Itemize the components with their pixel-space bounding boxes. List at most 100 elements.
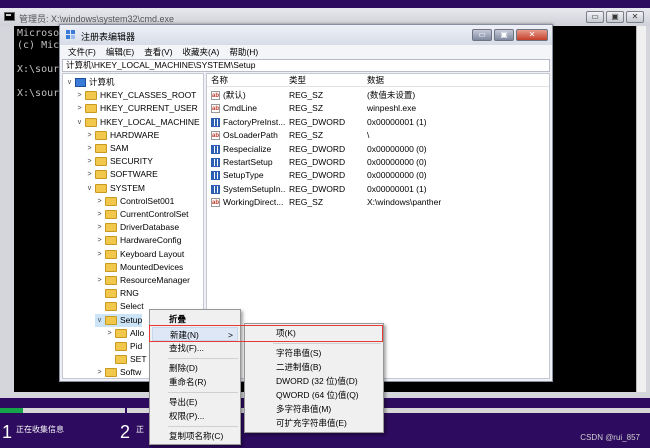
regedit-maximize-button[interactable]: ▣ [494,29,514,41]
tree-node[interactable]: v 计算机 [65,76,115,89]
menu-file[interactable]: 文件(F) [68,45,96,59]
tree-node[interactable]: > Softw [95,366,141,378]
value-name: SetupType [223,170,264,181]
chevron-right-icon[interactable]: > [95,221,104,234]
tree-node-label: ControlSet001 [120,195,175,206]
tree-node[interactable]: > HKEY_CURRENT_USER [75,102,198,115]
chevron-down-icon[interactable]: v [75,116,84,129]
chevron-right-icon[interactable]: > [85,155,94,168]
chevron-down-icon[interactable]: v [85,182,94,195]
regedit-title-bar[interactable]: 注册表编辑器 ▭ ▣ ✕ [60,25,552,45]
tree-node-label: SOFTWARE [110,169,158,180]
tree-node[interactable]: RNG [95,287,139,300]
value-data: 0x00000000 (0) [367,170,427,181]
tree-node[interactable]: > Allo [105,327,144,340]
binary-value-icon [211,171,220,181]
value-row[interactable]: Respecialize REG_DWORD 0x00000000 (0) [207,143,549,156]
setup-progress-fill [0,408,23,413]
menu-item-collapse[interactable]: 折叠 [152,312,238,326]
tree-node[interactable]: > HardwareConfig [95,234,181,247]
value-name: SystemSetupIn... [223,183,285,194]
chevron-down-icon[interactable]: v [95,314,104,327]
tree-node[interactable]: Pid [105,340,142,353]
menu-item-delete[interactable]: 删除(D) [152,361,238,375]
cmd-scrollbar[interactable] [636,26,646,392]
value-row[interactable]: SetupType REG_DWORD 0x00000000 (0) [207,169,549,182]
tree-node[interactable]: > CurrentControlSet [95,208,189,221]
regedit-minimize-button[interactable]: ▭ [472,29,492,41]
tree-node[interactable]: v Setup [95,313,143,327]
string-value-icon: ab [211,91,220,100]
tree-node[interactable]: > SAM [85,142,128,155]
column-data-header[interactable]: 数据 [367,74,384,87]
chevron-right-icon[interactable]: > [85,142,94,155]
cmd-maximize-button[interactable]: ▣ [606,11,624,23]
submenu-item-multi-string-value[interactable]: 多字符串值(M) [245,402,383,416]
menu-item-export[interactable]: 导出(E) [152,395,238,409]
chevron-right-icon[interactable]: > [95,366,104,378]
chevron-right-icon[interactable]: > [95,195,104,208]
menu-view[interactable]: 查看(V) [144,45,172,59]
cmd-close-button[interactable]: ✕ [626,11,644,23]
value-row[interactable]: RestartSetup REG_DWORD 0x00000000 (0) [207,156,549,169]
chevron-right-icon[interactable]: > [105,327,114,340]
chevron-right-icon[interactable]: > [75,102,84,115]
value-row[interactable]: ab CmdLine REG_SZ winpeshl.exe [207,102,549,115]
chevron-right-icon[interactable]: > [75,89,84,102]
cmd-minimize-button[interactable]: ▭ [586,11,604,23]
address-bar[interactable]: 计算机\HKEY_LOCAL_MACHINE\SYSTEM\Setup [62,59,550,72]
menu-item-copy-key-name[interactable]: 复制项名称(C) [152,429,238,443]
value-row[interactable]: ab WorkingDirect... REG_SZ X:\windows\panth… [207,196,549,209]
submenu-item-expandable-string-value[interactable]: 可扩充字符串值(E) [245,416,383,430]
chevron-right-icon[interactable]: > [95,248,104,261]
submenu-item-key[interactable]: 项(K) [245,326,383,340]
tree-node[interactable]: > SECURITY [85,155,153,168]
value-type: REG_DWORD [289,170,346,181]
binary-value-icon [211,117,220,127]
tree-node-label: Setup [120,314,143,325]
tree-node[interactable]: Select [95,300,144,313]
tree-node[interactable]: > ControlSet001 [95,195,174,208]
tree-node[interactable]: > HKEY_CLASSES_ROOT [75,89,196,102]
string-value-icon: ab [211,131,220,141]
tree-node[interactable]: v SYSTEM [85,182,145,195]
column-name-header[interactable]: 名称 [211,74,228,87]
chevron-right-icon[interactable]: > [95,234,104,247]
string-value-icon: ab [211,104,220,114]
regedit-title: 注册表编辑器 [81,32,136,42]
menu-edit[interactable]: 编辑(E) [106,45,134,59]
menu-item-find[interactable]: 查找(F)... [152,341,238,355]
menu-help[interactable]: 帮助(H) [229,45,258,59]
menu-item-new[interactable]: 新建(N) > [152,327,238,341]
submenu-item-dword-value[interactable]: DWORD (32 位)值(D) [245,374,383,388]
value-row[interactable]: ab (默认) REG_SZ (数值未设置) [207,89,549,102]
tree-node[interactable]: > Keyboard Layout [95,248,184,261]
folder-icon [105,368,117,378]
value-row[interactable]: ab OsLoaderPath REG_SZ \ [207,129,549,142]
regedit-close-button[interactable]: ✕ [516,29,548,41]
menu-favorites[interactable]: 收藏夹(A) [183,45,220,59]
chevron-right-icon[interactable]: > [85,168,94,181]
value-row[interactable]: SystemSetupIn... REG_DWORD 0x00000001 (1) [207,183,549,196]
registry-editor-icon [66,30,75,39]
submenu-item-string-value[interactable]: 字符串值(S) [245,346,383,360]
submenu-item-binary-value[interactable]: 二进制值(B) [245,360,383,374]
tree-node[interactable]: > ResourceManager [95,274,190,287]
value-data: 0x00000000 (0) [367,143,427,154]
tree-node[interactable]: > HARDWARE [85,129,159,142]
folder-icon [85,117,97,127]
tree-node[interactable]: v HKEY_LOCAL_MACHINE [75,116,200,129]
menu-item-permissions[interactable]: 权限(P)... [152,409,238,423]
chevron-right-icon[interactable]: > [95,274,104,287]
chevron-right-icon[interactable]: > [95,208,104,221]
chevron-down-icon[interactable]: v [65,76,74,89]
value-row[interactable]: FactoryPreInst... REG_DWORD 0x00000001 (1) [207,116,549,129]
tree-node[interactable]: > DriverDatabase [95,221,179,234]
chevron-right-icon[interactable]: > [85,129,94,142]
tree-node[interactable]: > SOFTWARE [85,168,158,181]
submenu-item-qword-value[interactable]: QWORD (64 位)值(Q) [245,388,383,402]
tree-node[interactable]: SET [105,353,147,366]
column-type-header[interactable]: 类型 [289,74,306,87]
menu-item-rename[interactable]: 重命名(R) [152,375,238,389]
tree-node[interactable]: MountedDevices [95,261,183,274]
